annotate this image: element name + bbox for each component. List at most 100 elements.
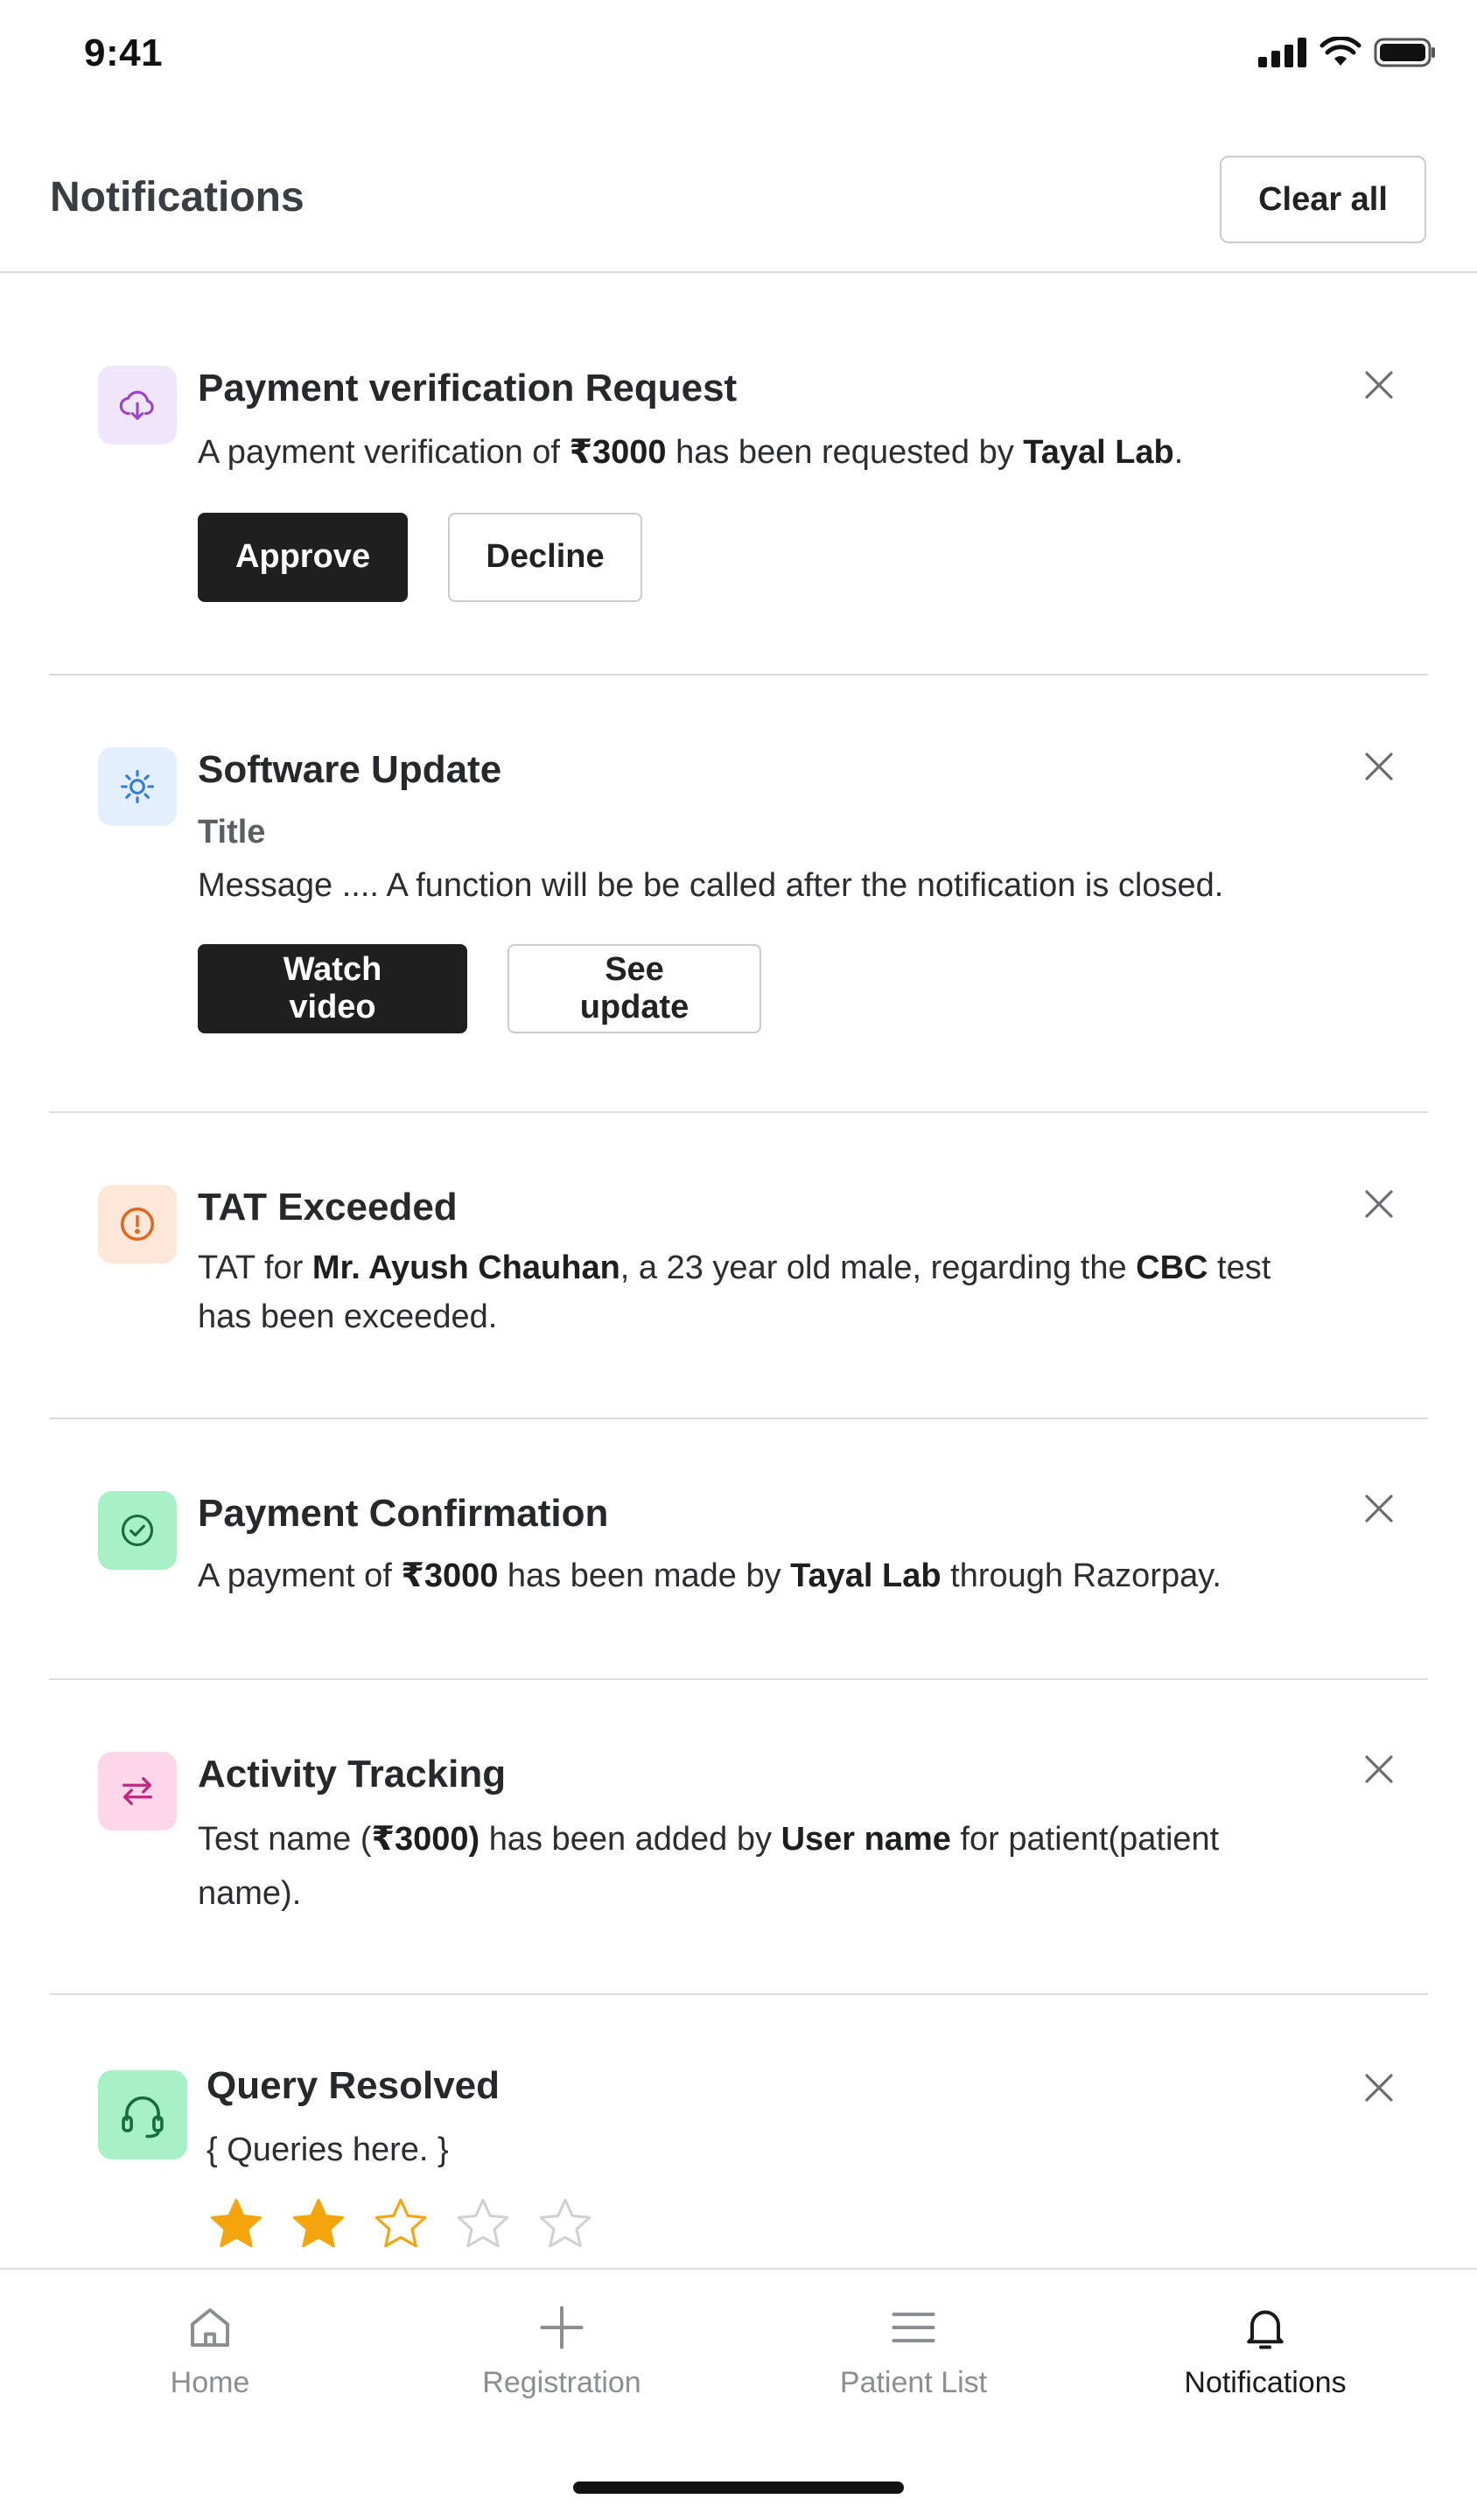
notification-message: A payment verification of ₹3000 has been… xyxy=(198,428,1323,478)
close-notification-button[interactable] xyxy=(1358,1488,1400,1530)
nav-item-notifications[interactable]: Notifications xyxy=(1134,2301,1396,2400)
home-indicator xyxy=(573,2482,904,2494)
message-text: , a 23 year old male, regarding the xyxy=(620,1249,1137,1286)
notification-message: TAT for Mr. Ayush Chauhan, a 23 year old… xyxy=(198,1243,1323,1341)
star-empty-icon[interactable] xyxy=(371,2194,430,2254)
notification-message: Test name (₹3000) has been added by User… xyxy=(198,1812,1323,1922)
notification-subtitle: Title xyxy=(198,813,266,850)
clear-all-button[interactable]: Clear all xyxy=(1220,156,1426,243)
close-notification-button[interactable] xyxy=(1358,1183,1400,1225)
approve-button[interactable]: Approve xyxy=(198,512,408,602)
notification-card: Payment Confirmation A payment of ₹3000 … xyxy=(49,1419,1428,1680)
notification-content: TAT Exceeded TAT for Mr. Ayush Chauhan, … xyxy=(198,1185,1323,1341)
nav-label: Registration xyxy=(482,2366,641,2399)
star-rating[interactable] xyxy=(206,2194,1323,2254)
message-emphasis: Tayal Lab xyxy=(1023,433,1174,471)
notification-content: Query Resolved { Queries here. } xyxy=(206,2063,1323,2254)
notification-title: Query Resolved xyxy=(206,2064,500,2107)
notification-card: Query Resolved { Queries here. } xyxy=(49,1995,1428,2292)
plus-icon xyxy=(540,2306,584,2349)
notification-card: Activity Tracking Test name (₹3000) has … xyxy=(49,1680,1428,1995)
message-emphasis: ₹3000) xyxy=(371,1820,480,1858)
notification-actions: Watch video See update xyxy=(198,944,1323,1034)
notification-icon-box xyxy=(98,1491,177,1570)
notification-title: Software Update xyxy=(198,748,502,791)
close-notification-button[interactable] xyxy=(1358,2067,1400,2109)
list-icon xyxy=(892,2313,935,2342)
arrows-swap-icon xyxy=(122,1776,152,1806)
message-emphasis: User name xyxy=(780,1820,951,1858)
message-text: . xyxy=(1173,433,1184,471)
close-notification-button[interactable] xyxy=(1358,746,1400,788)
notification-message: { Queries here. } xyxy=(206,2125,1323,2175)
notification-content: Payment verification Request A payment v… xyxy=(198,366,1323,602)
message-text: Test name ( xyxy=(198,1820,372,1858)
decline-button[interactable]: Decline xyxy=(448,512,642,602)
message-text: { Queries here. } xyxy=(206,2131,449,2168)
battery-icon xyxy=(1374,38,1435,67)
nav-label: Patient List xyxy=(839,2366,988,2399)
notification-card: Software Update Title Message .... A fun… xyxy=(49,676,1428,1113)
message-text: through Razorpay. xyxy=(941,1557,1222,1594)
notification-title: Payment verification Request xyxy=(198,367,738,410)
bell-icon xyxy=(1247,2310,1284,2349)
notification-message: Message .... A function will be be calle… xyxy=(198,861,1323,911)
cellular-signal-icon xyxy=(1258,38,1306,67)
status-icons xyxy=(1258,37,1437,68)
notification-icon-box xyxy=(98,747,177,826)
star-empty-icon[interactable] xyxy=(536,2194,595,2254)
notification-content: Activity Tracking Test name (₹3000) has … xyxy=(198,1752,1323,1922)
message-text: has been requested by xyxy=(666,433,1024,471)
message-text: has been made by xyxy=(498,1557,791,1594)
notification-title: Activity Tracking xyxy=(198,1753,507,1796)
message-text: A payment verification of xyxy=(198,433,570,471)
message-text: TAT for xyxy=(198,1249,312,1286)
message-emphasis: ₹3000 xyxy=(569,433,667,471)
star-filled-icon[interactable] xyxy=(289,2194,348,2254)
see-update-button[interactable]: See update xyxy=(508,944,761,1034)
message-emphasis: ₹3000 xyxy=(401,1557,499,1594)
close-notification-button[interactable] xyxy=(1358,1748,1400,1790)
page-title: Notifications xyxy=(50,174,304,220)
notification-content: Software Update Title Message .... A fun… xyxy=(198,747,1323,1034)
close-icon xyxy=(1365,752,1393,780)
wifi-icon xyxy=(1320,37,1362,66)
nav-item-home[interactable]: Home xyxy=(79,2301,341,2400)
status-time: 9:41 xyxy=(84,32,164,74)
nav-item-registration[interactable]: Registration xyxy=(430,2301,693,2400)
notification-content: Payment Confirmation A payment of ₹3000 … xyxy=(198,1491,1323,1601)
nav-label: Home xyxy=(170,2366,250,2399)
message-text: has been added by xyxy=(480,1820,781,1858)
nav-item-patient-list[interactable]: Patient List xyxy=(782,2301,1045,2400)
notification-actions: Approve Decline xyxy=(198,512,1323,602)
nav-label: Notifications xyxy=(1184,2366,1347,2399)
notification-title: Payment Confirmation xyxy=(198,1492,609,1535)
headset-icon xyxy=(122,2096,164,2138)
notification-list: Payment verification Request A payment v… xyxy=(49,273,1428,2292)
close-icon xyxy=(1365,1755,1393,1783)
star-filled-icon[interactable] xyxy=(206,2194,266,2254)
close-icon xyxy=(1365,1190,1393,1218)
home-icon xyxy=(191,2308,229,2347)
notification-icon-box xyxy=(98,1185,177,1264)
close-notification-button[interactable] xyxy=(1358,364,1400,406)
message-emphasis: Tayal Lab xyxy=(790,1557,942,1594)
message-emphasis: Mr. Ayush Chauhan xyxy=(312,1249,620,1286)
message-emphasis: CBC xyxy=(1136,1249,1208,1286)
message-text: A payment of xyxy=(198,1557,402,1594)
status-bar: 9:41 xyxy=(0,0,1477,114)
watch-video-button[interactable]: Watch video xyxy=(198,944,467,1034)
notification-icon-box xyxy=(98,2070,187,2160)
notification-title: TAT Exceeded xyxy=(198,1186,458,1228)
notification-icon-box xyxy=(98,366,177,444)
star-empty-icon[interactable] xyxy=(453,2194,513,2254)
close-icon xyxy=(1365,371,1393,399)
notification-message: A payment of ₹3000 has been made by Taya… xyxy=(198,1551,1323,1601)
alert-circle-icon xyxy=(121,1208,154,1241)
message-text: Message .... A function will be be calle… xyxy=(198,867,1224,905)
cloud-download-icon xyxy=(119,390,154,420)
header: Notifications Clear all xyxy=(0,131,1477,273)
notification-icon-box xyxy=(98,1752,177,1830)
close-icon xyxy=(1365,1494,1393,1522)
sun-icon xyxy=(121,770,154,803)
